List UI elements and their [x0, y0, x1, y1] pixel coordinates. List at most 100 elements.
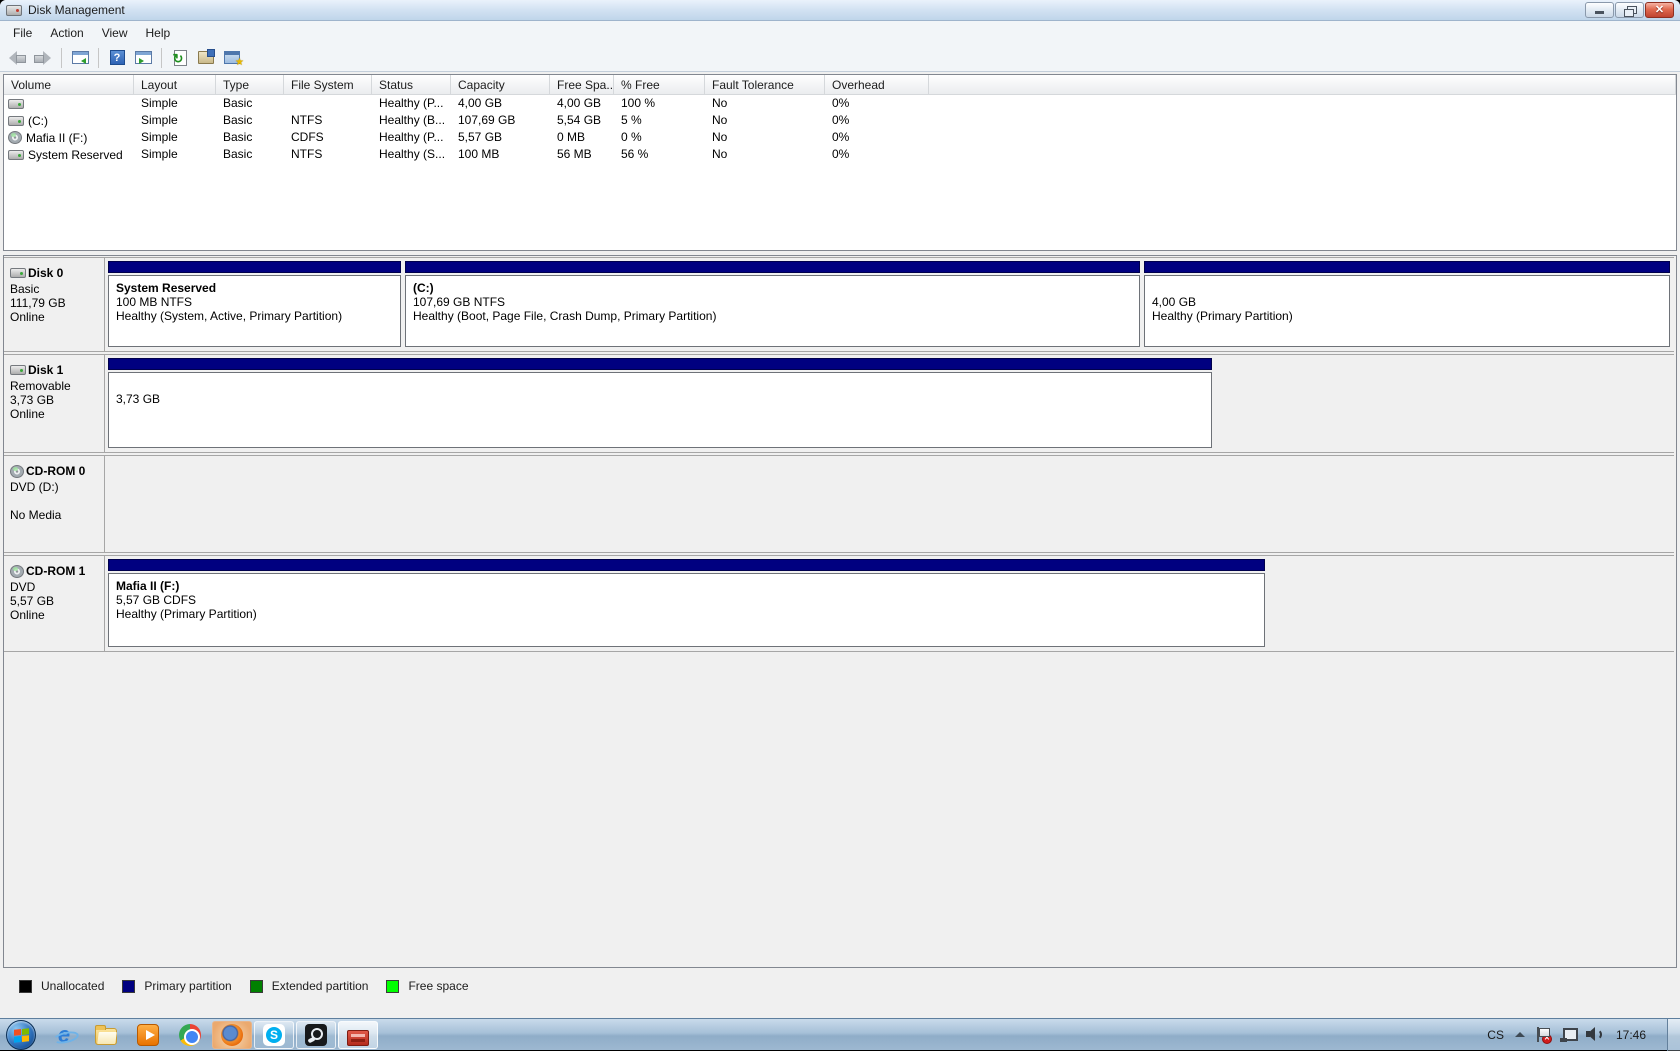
column-header-fault[interactable]: Fault Tolerance — [705, 75, 825, 94]
help-topics-button[interactable] — [220, 47, 244, 69]
column-header-layout[interactable]: Layout — [134, 75, 216, 94]
internet-explorer-icon: e — [53, 1024, 75, 1046]
menu-view[interactable]: View — [93, 23, 137, 43]
column-header-fs[interactable]: File System — [284, 75, 372, 94]
partition-4-00-gb[interactable]: 4,00 GBHealthy (Primary Partition) — [1144, 261, 1670, 347]
show-hidden-icons-icon[interactable] — [1515, 1032, 1525, 1037]
show-console-tree-button[interactable] — [68, 47, 92, 69]
titlebar[interactable]: Disk Management — [0, 0, 1680, 21]
volume-row[interactable]: (C:)SimpleBasicNTFSHealthy (B...107,69 G… — [4, 112, 1676, 129]
partition-mafia-ii-f-[interactable]: Mafia II (F:)5,57 GB CDFSHealthy (Primar… — [108, 559, 1265, 647]
help-dialog-button[interactable]: ? — [105, 47, 129, 69]
disk-header-cd-rom-1[interactable]: CD-ROM 1DVD5,57 GBOnline — [4, 556, 105, 651]
toolbar: ? — [0, 44, 1680, 72]
column-header-status[interactable]: Status — [372, 75, 451, 94]
skype-icon — [263, 1024, 285, 1046]
partition-title: Mafia II (F:) — [116, 579, 1257, 593]
properties-button[interactable] — [194, 47, 218, 69]
column-header-overhead[interactable]: Overhead — [825, 75, 929, 94]
taskbar-button-firefox[interactable] — [212, 1021, 252, 1049]
volume-icon[interactable] — [1586, 1027, 1603, 1042]
cell-layout: Simple — [134, 95, 216, 112]
disk-header-disk-0[interactable]: Disk 0Basic111,79 GBOnline — [4, 258, 105, 351]
cell-capacity: 4,00 GB — [451, 95, 550, 112]
menu-help[interactable]: Help — [137, 23, 180, 43]
disk-name: Disk 1 — [10, 363, 101, 377]
refresh-button[interactable] — [168, 47, 192, 69]
start-button[interactable] — [6, 1020, 36, 1050]
volume-row[interactable]: Mafia II (F:)SimpleBasicCDFSHealthy (P..… — [4, 129, 1676, 146]
menu-action[interactable]: Action — [41, 23, 92, 43]
show-desktop-button[interactable] — [1667, 1019, 1680, 1051]
volume-name: (C:) — [28, 113, 48, 129]
disk-drive-icon — [10, 365, 26, 375]
refresh-icon — [174, 50, 187, 66]
disk-header-disk-1[interactable]: Disk 1Removable3,73 GBOnline — [4, 355, 105, 452]
partition-status: Healthy (System, Active, Primary Partiti… — [116, 309, 393, 323]
volume-row[interactable]: SimpleBasicHealthy (P...4,00 GB4,00 GB10… — [4, 95, 1676, 112]
column-header-type[interactable]: Type — [216, 75, 284, 94]
legend-swatch-free-space — [386, 980, 399, 993]
cell-fault: No — [705, 146, 825, 163]
partition-system-reserved[interactable]: System Reserved100 MB NTFSHealthy (Syste… — [108, 261, 401, 347]
disk-info-line: 5,57 GB — [10, 594, 101, 608]
cell-volume: Mafia II (F:) — [4, 129, 134, 146]
cell-fault: No — [705, 95, 825, 112]
disk-row-cd-rom-1: CD-ROM 1DVD5,57 GBOnlineMafia II (F:)5,5… — [4, 555, 1674, 652]
language-indicator[interactable]: CS — [1487, 1028, 1504, 1042]
cell-type: Basic — [216, 112, 284, 129]
network-icon[interactable] — [1560, 1028, 1575, 1042]
disk-header-cd-rom-0[interactable]: CD-ROM 0DVD (D:) No Media — [4, 456, 105, 552]
disk-management-icon — [347, 1030, 369, 1046]
toolbar-separator — [161, 48, 162, 68]
disk-info-line: Online — [10, 310, 101, 324]
taskbar-button-disk-management[interactable] — [338, 1021, 378, 1049]
partition-title — [1152, 281, 1662, 295]
cell-volume — [4, 95, 134, 112]
menu-file[interactable]: File — [4, 23, 41, 43]
back-button[interactable] — [5, 47, 29, 69]
disk-info-line: 3,73 GB — [10, 393, 101, 407]
clock[interactable]: 17:46 — [1616, 1028, 1646, 1042]
partition-type-bar — [405, 261, 1140, 273]
column-header-pct_free[interactable]: % Free — [614, 75, 705, 94]
disk-name: CD-ROM 1 — [10, 564, 101, 578]
cell-layout: Simple — [134, 112, 216, 129]
disk-info-line: No Media — [10, 508, 101, 522]
partition-status: Healthy (Primary Partition) — [116, 607, 1257, 621]
taskbar-button-chrome[interactable] — [170, 1021, 210, 1049]
cell-status: Healthy (B... — [372, 112, 451, 129]
close-button[interactable] — [1645, 2, 1674, 18]
column-header-capacity[interactable]: Capacity — [451, 75, 550, 94]
disk-info-line: Removable — [10, 379, 101, 393]
cell-volume: System Reserved — [4, 146, 134, 163]
legend-label: Extended partition — [272, 979, 369, 993]
partition--c-[interactable]: (C:)107,69 GB NTFSHealthy (Boot, Page Fi… — [405, 261, 1140, 347]
taskbar-button-windows-explorer[interactable] — [86, 1021, 126, 1049]
forward-button[interactable] — [31, 47, 55, 69]
partition-type-bar — [108, 261, 401, 273]
disk-drive-icon — [8, 150, 24, 160]
minimize-button[interactable] — [1585, 2, 1614, 18]
windows-explorer-icon — [95, 1028, 117, 1045]
taskbar-button-internet-explorer[interactable]: e — [44, 1021, 84, 1049]
taskbar-button-steam[interactable] — [296, 1021, 336, 1049]
disk-info-line — [10, 494, 101, 508]
show-action-pane-button[interactable] — [131, 47, 155, 69]
legend-swatch-primary-partition — [122, 980, 135, 993]
disk-graphical-pane: Disk 0Basic111,79 GBOnlineSystem Reserve… — [3, 255, 1677, 968]
partition-size: 3,73 GB — [116, 392, 1204, 406]
cell-capacity: 5,57 GB — [451, 129, 550, 146]
cell-capacity: 100 MB — [451, 146, 550, 163]
column-header-free[interactable]: Free Spa... — [550, 75, 614, 94]
taskbar-button-media-player[interactable] — [128, 1021, 168, 1049]
action-center-flag-icon[interactable]: ✕ — [1536, 1027, 1549, 1042]
restore-button[interactable] — [1615, 2, 1644, 18]
properties-icon — [198, 51, 214, 64]
partition-3-73-gb[interactable]: 3,73 GB — [108, 358, 1212, 448]
action-center-alert-badge: ✕ — [1542, 1034, 1552, 1044]
column-header-volume[interactable]: Volume — [4, 75, 134, 94]
partition-status: Healthy (Primary Partition) — [1152, 309, 1662, 323]
taskbar-button-skype[interactable] — [254, 1021, 294, 1049]
volume-row[interactable]: System ReservedSimpleBasicNTFSHealthy (S… — [4, 146, 1676, 163]
